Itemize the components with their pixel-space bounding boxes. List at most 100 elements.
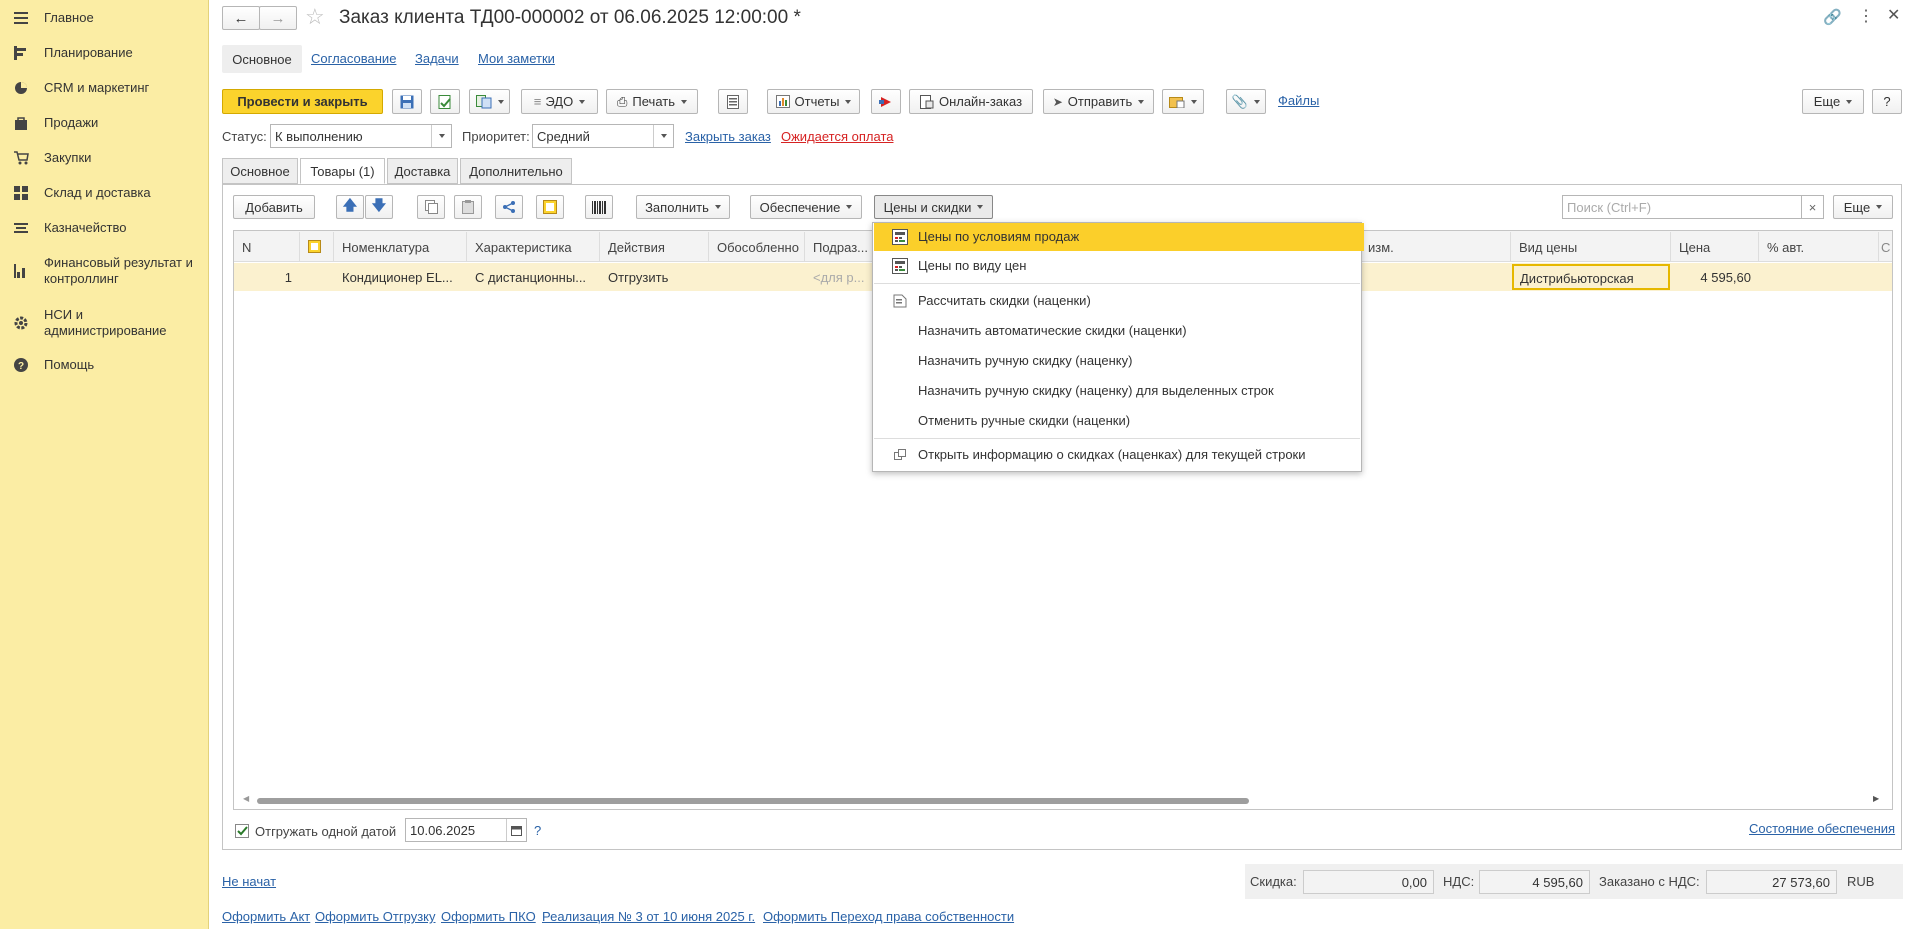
col-price-type[interactable]: Вид цены (1511, 232, 1671, 262)
supply-button[interactable]: Обеспечение (750, 195, 862, 219)
ownership-transfer-link[interactable]: Оформить Переход права собственности (763, 909, 1014, 924)
sidebar-item-help[interactable]: ? Помощь (0, 355, 209, 375)
col-unit[interactable]: изм. (1360, 232, 1511, 262)
search-clear-button[interactable]: × (1801, 195, 1824, 219)
tab-main[interactable]: Основное (222, 158, 298, 184)
post-and-close-button[interactable]: Провести и закрыть (222, 89, 383, 114)
col-division[interactable]: Подраз... (805, 232, 875, 262)
nav-tab-main[interactable]: Основное (222, 45, 302, 73)
edo-button[interactable]: ≡ ЭДО (521, 89, 598, 114)
col-icon[interactable] (300, 232, 334, 262)
barcode-button[interactable] (585, 195, 613, 219)
search-input[interactable]: Поиск (Ctrl+F) (1562, 195, 1802, 219)
menu-item-manual-discount[interactable]: Назначить ручную скидку (наценку) (874, 347, 1364, 375)
copy-button[interactable] (417, 195, 445, 219)
nav-tab-tasks[interactable]: Задачи (415, 51, 459, 66)
menu-item-calculate-discounts[interactable]: Рассчитать скидки (наценки) (874, 287, 1364, 315)
status-select[interactable]: К выполнению (270, 124, 452, 148)
sidebar-item-purchases[interactable]: Закупки (0, 148, 209, 168)
col-characteristic[interactable]: Характеристика (467, 232, 600, 262)
col-actions[interactable]: Действия (600, 232, 709, 262)
menu-item-prices-by-type[interactable]: Цены по виду цен (874, 252, 1364, 280)
move-down-button[interactable]: 🡇 (365, 195, 393, 219)
cell-separate[interactable] (709, 263, 805, 291)
cell-unit[interactable] (1360, 263, 1511, 291)
send-button[interactable]: ➤ Отправить (1043, 89, 1154, 114)
col-auto-percent[interactable]: % авт. (1759, 232, 1879, 262)
menu-item-auto-discounts[interactable]: Назначить автоматические скидки (наценки… (874, 317, 1364, 345)
tab-extra[interactable]: Дополнительно (460, 158, 572, 184)
col-nomenclature[interactable]: Номенклатура (334, 232, 467, 262)
sidebar-item-sales[interactable]: Продажи (0, 113, 209, 133)
cell-price-type[interactable]: Дистрибьюторская (1512, 264, 1670, 290)
menu-item-cancel-manual-discounts[interactable]: Отменить ручные скидки (наценки) (874, 407, 1364, 435)
menu-item-open-discount-info[interactable]: Открыть информацию о скидках (наценках) … (874, 441, 1364, 469)
tab-delivery[interactable]: Доставка (387, 158, 458, 184)
col-n[interactable]: N (234, 232, 300, 262)
prices-and-discounts-button[interactable]: Цены и скидки (874, 195, 993, 219)
save-button[interactable] (392, 89, 422, 114)
col-separate[interactable]: Обособленно (709, 232, 805, 262)
create-pko-link[interactable]: Оформить ПКО (441, 909, 536, 924)
ship-one-date-checkbox[interactable] (235, 824, 249, 838)
menu-item-prices-by-conditions[interactable]: Цены по условиям продаж (874, 223, 1364, 251)
cell-nomenclature[interactable]: Кондиционер EL... (334, 263, 467, 291)
send-to-button[interactable] (871, 89, 901, 114)
col-price[interactable]: Цена (1671, 232, 1759, 262)
supply-state-link[interactable]: Состояние обеспечения (1749, 821, 1895, 836)
reports-button[interactable]: Отчеты (767, 89, 860, 114)
sidebar-item-treasury[interactable]: Казначейство (0, 218, 209, 238)
paperclip-button[interactable]: 📎 (1226, 89, 1266, 114)
split-button[interactable] (495, 195, 523, 219)
create-act-link[interactable]: Оформить Акт (222, 909, 310, 924)
structure-button[interactable] (718, 89, 748, 114)
scrollbar-thumb[interactable] (257, 798, 1249, 804)
table-more-button[interactable]: Еще (1833, 195, 1893, 219)
sidebar-item-crm[interactable]: CRM и маркетинг (0, 78, 209, 98)
close-icon[interactable]: ✕ (1887, 5, 1900, 25)
sidebar-item-warehouse[interactable]: Склад и доставка (0, 183, 209, 203)
nav-tab-notes[interactable]: Мои заметки (478, 51, 555, 66)
cell-characteristic[interactable]: С дистанционны... (467, 263, 600, 291)
cell-price[interactable]: 4 595,60 (1671, 263, 1759, 291)
priority-dropdown-icon[interactable] (653, 125, 673, 147)
sidebar-item-main[interactable]: Главное (0, 8, 209, 28)
cell-action[interactable]: Отгрузить (600, 263, 709, 291)
horizontal-scrollbar[interactable]: ◀ ▶ (243, 794, 1883, 806)
more-vertical-icon[interactable]: ⋮ (1858, 6, 1874, 26)
create-based-on-button[interactable] (469, 89, 510, 114)
close-order-link[interactable]: Закрыть заказ (685, 129, 771, 144)
scroll-right-icon[interactable]: ▶ (1873, 794, 1879, 803)
status-dropdown-icon[interactable] (431, 125, 451, 147)
files-link[interactable]: Файлы (1278, 93, 1319, 108)
status-not-started-link[interactable]: Не начат (222, 874, 276, 889)
print-button[interactable]: ⎙ Печать (606, 89, 698, 114)
ship-date-help[interactable]: ? (534, 823, 541, 838)
sidebar-item-admin[interactable]: НСИ и администрирование (0, 305, 209, 341)
help-button[interactable]: ? (1872, 89, 1902, 114)
awaiting-payment-link[interactable]: Ожидается оплата (781, 129, 893, 144)
attachments-menu-button[interactable] (1162, 89, 1204, 114)
fill-button[interactable]: Заполнить (636, 195, 730, 219)
add-button[interactable]: Добавить (233, 195, 315, 219)
online-order-button[interactable]: Онлайн-заказ (909, 89, 1033, 114)
favorite-star-icon[interactable]: ☆ (305, 4, 325, 30)
cell-division[interactable]: <для р... (805, 263, 875, 291)
post-button[interactable] (430, 89, 460, 114)
paste-button[interactable] (454, 195, 482, 219)
scroll-left-icon[interactable]: ◀ (243, 794, 249, 803)
sidebar-item-finance[interactable]: Финансовый результат и контроллинг (0, 253, 209, 289)
sidebar-item-planning[interactable]: Планирование (0, 43, 209, 63)
link-icon[interactable]: 🔗 (1823, 8, 1842, 26)
nav-tab-approval[interactable]: Согласование (311, 51, 396, 66)
cell-auto[interactable] (1759, 263, 1879, 291)
calendar-button[interactable] (506, 819, 526, 841)
realization-link[interactable]: Реализация № 3 от 10 июня 2025 г. (542, 909, 755, 924)
select-goods-button[interactable] (536, 195, 564, 219)
move-up-button[interactable]: 🡅 (336, 195, 364, 219)
back-button[interactable]: ← (222, 6, 260, 30)
forward-button[interactable]: → (259, 6, 297, 30)
menu-item-manual-discount-selected[interactable]: Назначить ручную скидку (наценку) для вы… (874, 377, 1364, 405)
tab-goods[interactable]: Товары (1) (300, 158, 385, 184)
more-button[interactable]: Еще (1802, 89, 1864, 114)
